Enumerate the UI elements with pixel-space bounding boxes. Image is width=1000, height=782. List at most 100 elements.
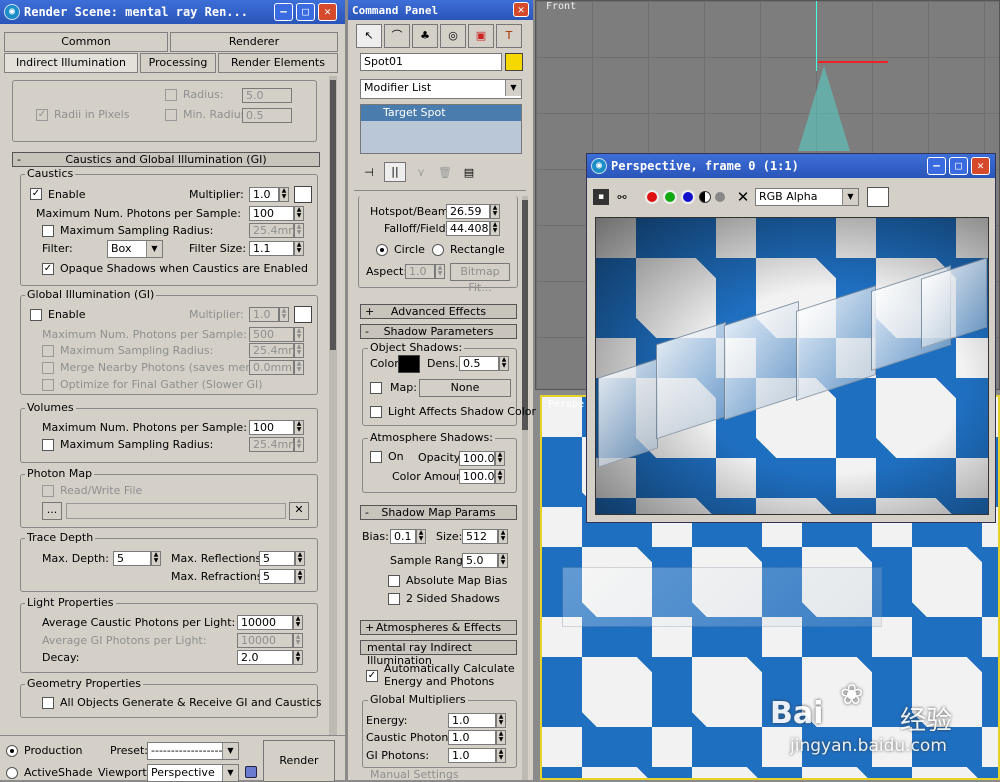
mr-indirect-rollout[interactable]: mental ray Indirect Illumination — [360, 640, 517, 655]
gi-max-photons-spinner[interactable]: 500▲▼ — [249, 327, 294, 342]
gi-enable-checkbox[interactable] — [30, 309, 42, 321]
tab-processing[interactable]: Processing — [140, 53, 216, 73]
cp-scroll-thumb[interactable] — [522, 200, 528, 430]
shadow-map-button[interactable]: None — [419, 379, 511, 397]
max-depth-spinner[interactable]: 5▲▼ — [113, 551, 151, 566]
caustics-color-swatch[interactable] — [294, 186, 312, 203]
optimize-fg-checkbox[interactable] — [42, 379, 54, 391]
falloff-spinner[interactable]: 44.408▲▼ — [446, 221, 490, 236]
shadow-color-swatch[interactable] — [398, 355, 420, 373]
avg-gi-photons-spinner[interactable]: 10000▲▼ — [237, 633, 293, 648]
photon-map-path-field[interactable] — [66, 503, 286, 519]
atmos-effects-rollout[interactable]: +Atmospheres & Effects — [360, 620, 517, 635]
motion-tab-icon[interactable]: ◎ — [440, 24, 466, 48]
remove-modifier-icon[interactable]: 🗑 — [436, 166, 454, 179]
bg-color-swatch[interactable] — [867, 187, 889, 207]
read-write-checkbox[interactable] — [42, 485, 54, 497]
modify-tab-icon[interactable]: ⌒ — [384, 24, 410, 48]
sample-range-spinner[interactable]: 5.0▲▼ — [462, 553, 498, 568]
atmos-on-checkbox[interactable] — [370, 451, 382, 463]
shadow-params-rollout[interactable]: -Shadow Parameters — [360, 324, 517, 339]
auto-calc-checkbox[interactable]: ✓ — [366, 670, 378, 682]
hierarchy-tab-icon[interactable]: ♣ — [412, 24, 438, 48]
close-button[interactable]: ✕ — [318, 3, 337, 21]
merge-photons-checkbox[interactable] — [42, 362, 54, 374]
blue-channel-icon[interactable] — [681, 190, 695, 204]
rectangle-radio[interactable] — [432, 244, 444, 256]
configure-sets-icon[interactable]: ▤ — [460, 166, 478, 179]
max-refractions-spinner[interactable]: 5▲▼ — [259, 569, 295, 584]
gi-color-swatch[interactable] — [294, 306, 312, 323]
shadow-map-checkbox[interactable] — [370, 382, 382, 394]
save-icon[interactable]: ▪ — [593, 189, 609, 205]
modifier-list-select[interactable]: Modifier List▼ — [360, 79, 522, 99]
object-name-field[interactable]: Spot01 — [360, 53, 502, 71]
channel-select[interactable]: RGB Alpha▼ — [755, 188, 859, 206]
gi-multiplier-spinner[interactable]: 1.0▲▼ — [249, 307, 279, 322]
bitmap-fit-button[interactable]: Bitmap Fit... — [450, 263, 510, 281]
lock-icon[interactable] — [245, 766, 257, 778]
max-reflections-spinner[interactable]: 5▲▼ — [259, 551, 295, 566]
aspect-spinner[interactable]: 1.0▲▼ — [405, 264, 435, 279]
tab-common[interactable]: Common — [4, 32, 168, 52]
volumes-max-photons-spinner[interactable]: 100▲▼ — [249, 420, 294, 435]
caustics-multiplier-spinner[interactable]: 1.0▲▼ — [249, 187, 279, 202]
caustics-max-radius-checkbox[interactable] — [42, 225, 54, 237]
clone-icon[interactable]: ⚯ — [613, 191, 631, 204]
circle-radio[interactable] — [376, 244, 388, 256]
clear-photon-map-button[interactable]: ✕ — [289, 502, 309, 520]
size-spinner[interactable]: 512▲▼ — [462, 529, 498, 544]
min-radius-checkbox[interactable] — [165, 109, 177, 121]
all-objects-gi-checkbox[interactable] — [42, 697, 54, 709]
mono-icon[interactable] — [699, 191, 711, 203]
color-amount-spinner[interactable]: 100.0▲▼ — [459, 469, 495, 484]
bias-spinner[interactable]: 0.1▲▼ — [390, 529, 416, 544]
utilities-tab-icon[interactable]: T — [496, 24, 522, 48]
command-panel-close-button[interactable]: ✕ — [513, 2, 529, 17]
shadow-map-params-rollout[interactable]: -Shadow Map Params — [360, 505, 517, 520]
caustics-enable-checkbox[interactable]: ✓ — [30, 188, 42, 200]
gi-max-radius-checkbox[interactable] — [42, 345, 54, 357]
min-radius-spinner[interactable]: 0.5 — [242, 108, 292, 123]
advanced-effects-rollout[interactable]: +Advanced Effects — [360, 304, 517, 319]
dens-spinner[interactable]: 0.5▲▼ — [459, 356, 499, 371]
make-unique-icon[interactable]: ⋎ — [412, 166, 430, 179]
opaque-shadows-checkbox[interactable]: ✓ — [42, 263, 54, 275]
absolute-bias-checkbox[interactable] — [388, 575, 400, 587]
object-color-swatch[interactable] — [505, 53, 523, 71]
activeshade-radio[interactable] — [6, 767, 18, 779]
clear-icon[interactable]: ✕ — [735, 188, 751, 206]
caustics-gi-rollout-header[interactable]: - Caustics and Global Illumination (GI) — [12, 152, 320, 167]
volumes-max-radius-checkbox[interactable] — [42, 439, 54, 451]
tab-renderer[interactable]: Renderer — [170, 32, 338, 52]
gi-max-radius-spinner[interactable]: 25.4mm▲▼ — [249, 343, 294, 358]
show-end-result-icon[interactable]: || — [384, 162, 406, 182]
green-channel-icon[interactable] — [663, 190, 677, 204]
frame-maximize-button[interactable]: □ — [949, 157, 968, 175]
decay-spinner[interactable]: 2.0▲▼ — [237, 650, 293, 665]
radii-in-pixels-checkbox[interactable]: ✓ — [36, 109, 48, 121]
radius-spinner[interactable]: 5.0 — [242, 88, 292, 103]
avg-caustic-photons-spinner[interactable]: 10000▲▼ — [237, 615, 293, 630]
viewport-select[interactable]: Perspective▼ — [147, 764, 239, 782]
caustics-max-radius-spinner[interactable]: 25.4mm▲▼ — [249, 223, 294, 238]
preset-select[interactable]: --------------------▼ — [147, 742, 239, 760]
display-tab-icon[interactable]: ▣ — [468, 24, 494, 48]
tab-indirect-illumination[interactable]: Indirect Illumination — [4, 53, 138, 73]
create-tab-icon[interactable]: ↖ — [356, 24, 382, 48]
production-radio[interactable] — [6, 745, 18, 757]
two-sided-checkbox[interactable] — [388, 593, 400, 605]
light-affects-checkbox[interactable] — [370, 406, 382, 418]
hotspot-spinner[interactable]: 26.59▲▼ — [446, 204, 490, 219]
caustics-filter-size-spinner[interactable]: 1.1▲▼ — [249, 241, 294, 256]
gi-photons-spinner[interactable]: 1.0▲▼ — [448, 748, 496, 763]
render-button[interactable]: Render — [263, 740, 335, 782]
minimize-button[interactable]: – — [274, 3, 293, 21]
browse-button[interactable]: ... — [42, 502, 62, 520]
caustics-filter-select[interactable]: Box▼ — [107, 240, 163, 258]
energy-spinner[interactable]: 1.0▲▼ — [448, 713, 496, 728]
radius-checkbox[interactable] — [165, 89, 177, 101]
red-channel-icon[interactable] — [645, 190, 659, 204]
stack-item-target-spot[interactable]: Target Spot — [361, 105, 521, 121]
alpha-icon[interactable] — [715, 192, 725, 202]
